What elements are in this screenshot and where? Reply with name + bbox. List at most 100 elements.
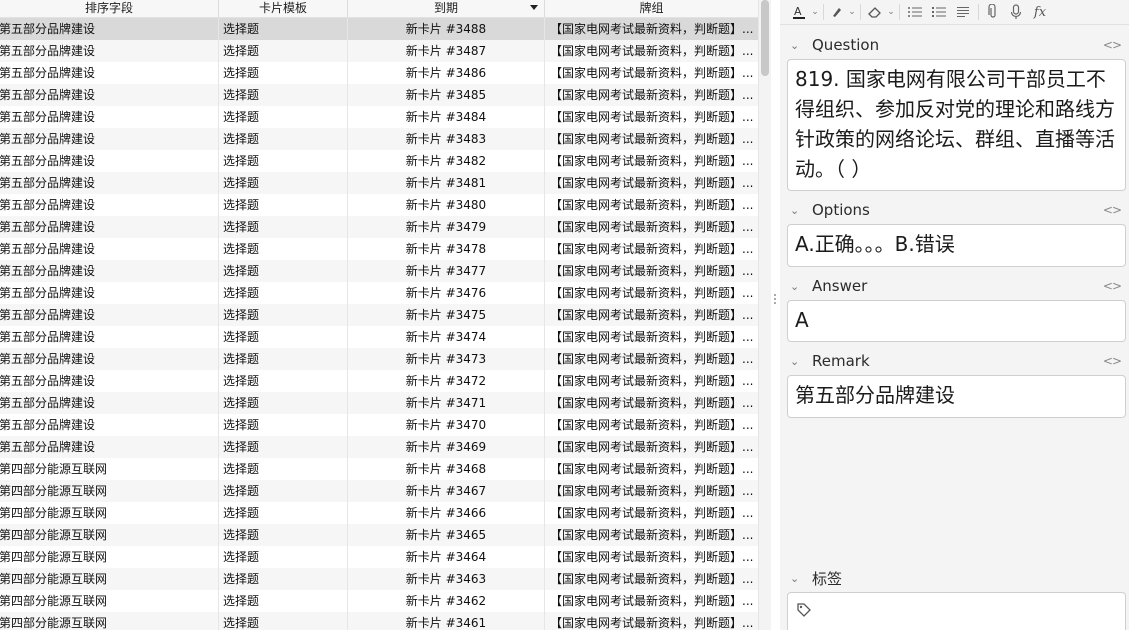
cell-due: 新卡片 #3461: [348, 612, 545, 630]
column-header-sort-field[interactable]: 排序字段: [0, 0, 219, 17]
table-row[interactable]: 第五部分品牌建设 选择题 新卡片 #3484 【国家电网考试最新资料，判断题】...: [0, 106, 758, 128]
cell-due: 新卡片 #3469: [348, 436, 545, 458]
table-row[interactable]: 第五部分品牌建设 选择题 新卡片 #3472 【国家电网考试最新资料，判断题】...: [0, 370, 758, 392]
cell-sort-field: 第五部分品牌建设: [0, 216, 219, 238]
table-row[interactable]: 第四部分能源互联网 选择题 新卡片 #3467 【国家电网考试最新资料，判断题】...: [0, 480, 758, 502]
column-header-deck[interactable]: 牌组: [545, 0, 758, 17]
cell-card-template: 选择题: [219, 238, 348, 260]
cell-sort-field: 第五部分品牌建设: [0, 260, 219, 282]
column-header-due[interactable]: 到期: [348, 0, 545, 17]
html-editor-toggle-icon[interactable]: <>: [1103, 38, 1122, 52]
collapse-chevron-icon[interactable]: ⌄: [790, 204, 804, 217]
eraser-icon[interactable]: [864, 2, 886, 22]
cell-sort-field: 第五部分品牌建设: [0, 84, 219, 106]
cell-deck: 【国家电网考试最新资料，判断题】...: [550, 44, 754, 58]
field-header-tags[interactable]: ⌄ 标签: [780, 567, 1129, 589]
table-row[interactable]: 第五部分品牌建设 选择题 新卡片 #3477 【国家电网考试最新资料，判断题】...: [0, 260, 758, 282]
table-row[interactable]: 第五部分品牌建设 选择题 新卡片 #3482 【国家电网考试最新资料，判断题】...: [0, 150, 758, 172]
table-row[interactable]: 第五部分品牌建设 选择题 新卡片 #3479 【国家电网考试最新资料，判断题】...: [0, 216, 758, 238]
cell-card-template: 选择题: [219, 502, 348, 524]
highlight-dropdown-chevron-icon[interactable]: ⌄: [847, 2, 857, 22]
cell-deck: 【国家电网考试最新资料，判断题】...: [550, 132, 754, 146]
table-row[interactable]: 第五部分品牌建设 选择题 新卡片 #3469 【国家电网考试最新资料，判断题】...: [0, 436, 758, 458]
sort-descending-icon: [530, 5, 538, 10]
cell-due: 新卡片 #3463: [348, 568, 545, 590]
cell-card-template: 选择题: [219, 348, 348, 370]
collapse-chevron-icon[interactable]: ⌄: [790, 280, 804, 293]
pane-splitter-handle[interactable]: [772, 292, 778, 306]
collapse-chevron-icon[interactable]: ⌄: [790, 572, 804, 585]
html-editor-toggle-icon[interactable]: <>: [1103, 279, 1122, 293]
table-row[interactable]: 第五部分品牌建设 选择题 新卡片 #3470 【国家电网考试最新资料，判断题】...: [0, 414, 758, 436]
cell-card-template: 选择题: [219, 106, 348, 128]
table-row[interactable]: 第四部分能源互联网 选择题 新卡片 #3464 【国家电网考试最新资料，判断题】...: [0, 546, 758, 568]
tags-input[interactable]: [787, 592, 1126, 630]
cell-deck: 【国家电网考试最新资料，判断题】...: [550, 594, 754, 608]
remark-field[interactable]: 第五部分品牌建设: [787, 375, 1126, 418]
column-header-due-label: 到期: [433, 1, 458, 15]
cell-due: 新卡片 #3476: [348, 282, 545, 304]
table-row[interactable]: 第五部分品牌建设 选择题 新卡片 #3481 【国家电网考试最新资料，判断题】...: [0, 172, 758, 194]
field-header-question[interactable]: ⌄ Question <>: [780, 34, 1129, 56]
attachment-icon[interactable]: [982, 2, 1004, 22]
table-row[interactable]: 第五部分品牌建设 选择题 新卡片 #3475 【国家电网考试最新资料，判断题】...: [0, 304, 758, 326]
cell-due: 新卡片 #3487: [348, 40, 545, 62]
formula-icon[interactable]: fx: [1028, 2, 1052, 22]
cell-sort-field: 第四部分能源互联网: [0, 502, 219, 524]
bullet-list-icon[interactable]: [903, 2, 927, 22]
table-row[interactable]: 第五部分品牌建设 选择题 新卡片 #3488 【国家电网考试最新资料，判断题】...: [0, 18, 758, 40]
cell-deck: 【国家电网考试最新资料，判断题】...: [550, 506, 754, 520]
cell-due: 新卡片 #3465: [348, 524, 545, 546]
table-row[interactable]: 第四部分能源互联网 选择题 新卡片 #3465 【国家电网考试最新资料，判断题】...: [0, 524, 758, 546]
microphone-icon[interactable]: [1004, 2, 1028, 22]
table-row[interactable]: 第五部分品牌建设 选择题 新卡片 #3485 【国家电网考试最新资料，判断题】...: [0, 84, 758, 106]
scrollbar-thumb[interactable]: [761, 0, 769, 76]
table-row[interactable]: 第四部分能源互联网 选择题 新卡片 #3462 【国家电网考试最新资料，判断题】...: [0, 590, 758, 612]
table-row[interactable]: 第五部分品牌建设 选择题 新卡片 #3471 【国家电网考试最新资料，判断题】...: [0, 392, 758, 414]
table-row[interactable]: 第四部分能源互联网 选择题 新卡片 #3466 【国家电网考试最新资料，判断题】...: [0, 502, 758, 524]
cell-card-template: 选择题: [219, 304, 348, 326]
cell-card-template: 选择题: [219, 612, 348, 630]
column-header-card-template[interactable]: 卡片模板: [219, 0, 348, 17]
table-row[interactable]: 第五部分品牌建设 选择题 新卡片 #3486 【国家电网考试最新资料，判断题】...: [0, 62, 758, 84]
cell-card-template: 选择题: [219, 370, 348, 392]
table-row[interactable]: 第五部分品牌建设 选择题 新卡片 #3480 【国家电网考试最新资料，判断题】...: [0, 194, 758, 216]
table-row[interactable]: 第五部分品牌建设 选择题 新卡片 #3473 【国家电网考试最新资料，判断题】...: [0, 348, 758, 370]
html-editor-toggle-icon[interactable]: <>: [1103, 203, 1122, 217]
options-field[interactable]: A.正确。。。B.错误: [787, 224, 1126, 267]
collapse-chevron-icon[interactable]: ⌄: [790, 39, 804, 52]
table-row[interactable]: 第五部分品牌建设 选择题 新卡片 #3478 【国家电网考试最新资料，判断题】...: [0, 238, 758, 260]
cell-sort-field: 第五部分品牌建设: [0, 18, 219, 40]
field-header-remark[interactable]: ⌄ Remark <>: [780, 350, 1129, 372]
align-icon[interactable]: [951, 2, 975, 22]
numbered-list-icon[interactable]: [927, 2, 951, 22]
table-row[interactable]: 第五部分品牌建设 选择题 新卡片 #3483 【国家电网考试最新资料，判断题】...: [0, 128, 758, 150]
table-row[interactable]: 第四部分能源互联网 选择题 新卡片 #3468 【国家电网考试最新资料，判断题】...: [0, 458, 758, 480]
table-scrollbar[interactable]: [758, 0, 771, 630]
cell-due: 新卡片 #3482: [348, 150, 545, 172]
question-field[interactable]: 819. 国家电网有限公司干部员工不得组织、参加反对党的理论和路线方针政策的网络…: [787, 59, 1126, 191]
cell-due: 新卡片 #3478: [348, 238, 545, 260]
table-row[interactable]: 第五部分品牌建设 选择题 新卡片 #3474 【国家电网考试最新资料，判断题】...: [0, 326, 758, 348]
cell-deck: 【国家电网考试最新资料，判断题】...: [550, 550, 754, 564]
table-row[interactable]: 第五部分品牌建设 选择题 新卡片 #3487 【国家电网考试最新资料，判断题】...: [0, 40, 758, 62]
answer-field[interactable]: A: [787, 300, 1126, 342]
eraser-dropdown-chevron-icon[interactable]: ⌄: [886, 2, 896, 22]
table-row[interactable]: 第五部分品牌建设 选择题 新卡片 #3476 【国家电网考试最新资料，判断题】...: [0, 282, 758, 304]
cell-deck: 【国家电网考试最新资料，判断题】...: [550, 528, 754, 542]
table-header: 排序字段 卡片模板 到期 牌组: [0, 0, 758, 18]
cell-due: 新卡片 #3471: [348, 392, 545, 414]
text-color-icon[interactable]: A: [788, 2, 810, 22]
cell-deck: 【国家电网考试最新资料，判断题】...: [550, 154, 754, 168]
table-row[interactable]: 第四部分能源互联网 选择题 新卡片 #3461 【国家电网考试最新资料，判断题】...: [0, 612, 758, 630]
table-row[interactable]: 第四部分能源互联网 选择题 新卡片 #3463 【国家电网考试最新资料，判断题】...: [0, 568, 758, 590]
cell-sort-field: 第五部分品牌建设: [0, 150, 219, 172]
field-header-answer[interactable]: ⌄ Answer <>: [780, 275, 1129, 297]
html-editor-toggle-icon[interactable]: <>: [1103, 354, 1122, 368]
cell-sort-field: 第五部分品牌建设: [0, 414, 219, 436]
highlight-icon[interactable]: [827, 2, 847, 22]
editor-toolbar: A ⌄ ⌄ ⌄ fx: [780, 0, 1129, 25]
text-color-dropdown-chevron-icon[interactable]: ⌄: [810, 2, 820, 22]
collapse-chevron-icon[interactable]: ⌄: [790, 355, 804, 368]
field-header-options[interactable]: ⌄ Options <>: [780, 199, 1129, 221]
